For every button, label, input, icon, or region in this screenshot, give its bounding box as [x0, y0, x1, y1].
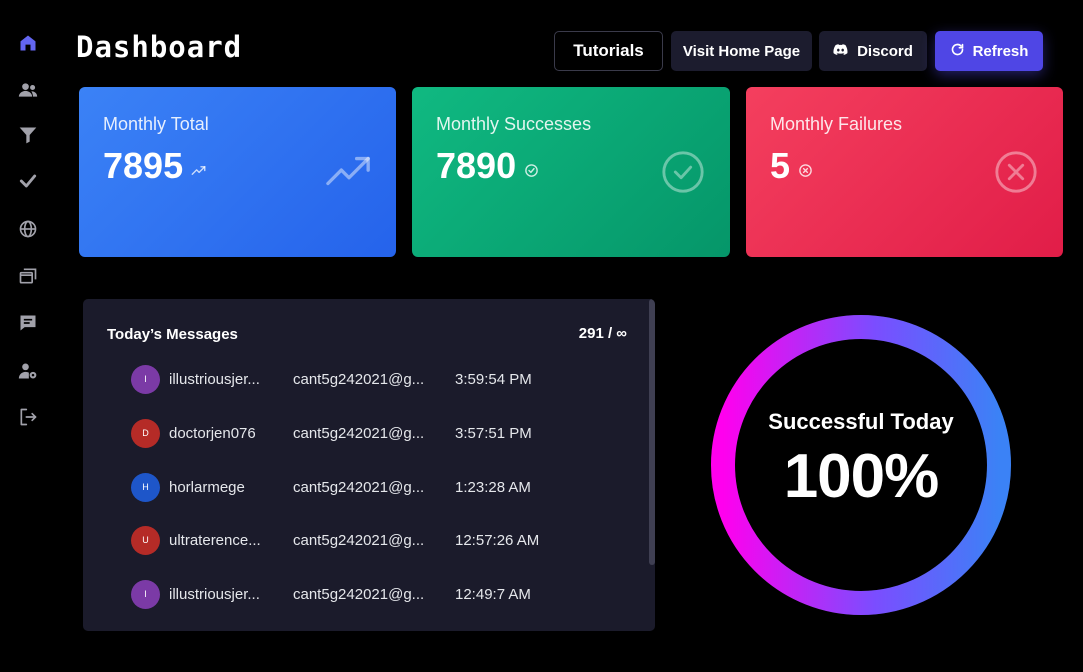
message-email: cant5g242021@g... — [293, 424, 425, 442]
todays-messages-panel: Today’s Messages 291 / ∞ I illustriousje… — [83, 299, 655, 631]
monthly-failures-value-row: 5 — [770, 145, 813, 187]
message-time: 3:59:54 PM — [455, 370, 532, 388]
avatar-initial: U — [142, 535, 149, 545]
message-row[interactable]: H horlarmege cant5g242021@g... 1:23:28 A… — [131, 471, 601, 503]
refresh-button-label: Refresh — [972, 42, 1029, 60]
user-settings-icon[interactable] — [17, 360, 39, 382]
avatar-initial: I — [144, 374, 147, 384]
message-email: cant5g242021@g... — [293, 585, 425, 603]
avatar-initial: D — [142, 428, 149, 438]
successful-today-value: 100% — [783, 442, 940, 511]
monthly-total-label: Monthly Total — [103, 114, 209, 134]
avatar: I — [131, 364, 160, 394]
filter-icon[interactable] — [17, 124, 39, 146]
check-icon[interactable] — [17, 170, 39, 192]
tutorials-button[interactable]: Tutorials — [554, 31, 663, 71]
message-username: doctorjen076 — [169, 424, 256, 442]
message-row[interactable]: U ultraterence... cant5g242021@g... 12:5… — [131, 524, 601, 556]
monthly-failures-card: Monthly Failures 5 — [746, 87, 1063, 257]
trending-up-icon — [326, 149, 372, 195]
message-time: 12:57:26 AM — [455, 531, 540, 549]
x-circle-icon — [993, 149, 1039, 195]
visit-home-page-button[interactable]: Visit Home Page — [671, 31, 812, 71]
message-row[interactable]: I illustriousjer... cant5g242021@g... 3:… — [131, 363, 601, 395]
message-username: illustriousjer... — [169, 370, 260, 388]
message-email: cant5g242021@g... — [293, 478, 425, 496]
tutorials-button-label: Tutorials — [573, 41, 644, 60]
avatar: H — [131, 472, 160, 502]
message-time: 12:49:7 AM — [455, 585, 531, 603]
users-icon[interactable] — [17, 79, 39, 101]
monthly-successes-value: 7890 — [436, 145, 517, 186]
discord-icon — [833, 42, 848, 61]
todays-messages-title: Today’s Messages — [107, 326, 238, 343]
message-email: cant5g242021@g... — [293, 531, 425, 549]
logout-icon[interactable] — [17, 406, 39, 428]
message-time: 1:23:28 AM — [455, 478, 531, 496]
monthly-successes-label: Monthly Successes — [436, 114, 592, 134]
avatar: I — [131, 579, 160, 609]
message-time: 3:57:51 PM — [455, 424, 532, 442]
monthly-successes-value-row: 7890 — [436, 145, 539, 187]
message-row[interactable]: I illustriousjer... cant5g242021@g... 12… — [131, 578, 601, 610]
successful-today-gauge: Successful Today 100% — [711, 315, 1011, 615]
monthly-failures-value: 5 — [770, 145, 791, 186]
messages-scrollbar[interactable] — [649, 299, 655, 565]
check-circle-small-icon — [524, 145, 539, 187]
avatar-initial: H — [142, 482, 149, 492]
monthly-failures-label: Monthly Failures — [770, 114, 903, 134]
successful-today-label: Successful Today — [768, 409, 954, 434]
monthly-total-card: Monthly Total 7895 — [79, 87, 396, 257]
discord-button[interactable]: Discord — [819, 31, 927, 71]
avatar-initial: I — [144, 589, 147, 599]
x-circle-small-icon — [798, 145, 813, 187]
message-row[interactable]: D doctorjen076 cant5g242021@g... 3:57:51… — [131, 417, 601, 449]
home-icon[interactable] — [17, 32, 39, 54]
page-title: Dashboard — [76, 30, 243, 64]
message-email: cant5g242021@g... — [293, 370, 425, 388]
sidebar — [0, 0, 56, 672]
monthly-total-value: 7895 — [103, 145, 184, 186]
discord-button-label: Discord — [857, 42, 913, 60]
message-username: illustriousjer... — [169, 585, 260, 603]
message-count: 291 / ∞ — [578, 325, 627, 342]
monthly-total-value-row: 7895 — [103, 145, 206, 187]
monthly-successes-card: Monthly Successes 7890 — [412, 87, 730, 257]
windows-icon[interactable] — [17, 265, 39, 287]
check-circle-icon — [660, 149, 706, 195]
visit-home-page-label: Visit Home Page — [682, 42, 801, 60]
message-username: horlarmege — [169, 478, 245, 496]
message-username: ultraterence... — [169, 531, 261, 549]
trending-up-small-icon — [191, 145, 206, 187]
globe-icon[interactable] — [17, 218, 39, 240]
refresh-icon — [950, 42, 965, 61]
avatar: D — [131, 418, 160, 448]
message-icon[interactable] — [17, 312, 39, 334]
refresh-button[interactable]: Refresh — [935, 31, 1043, 71]
avatar: U — [131, 525, 160, 555]
